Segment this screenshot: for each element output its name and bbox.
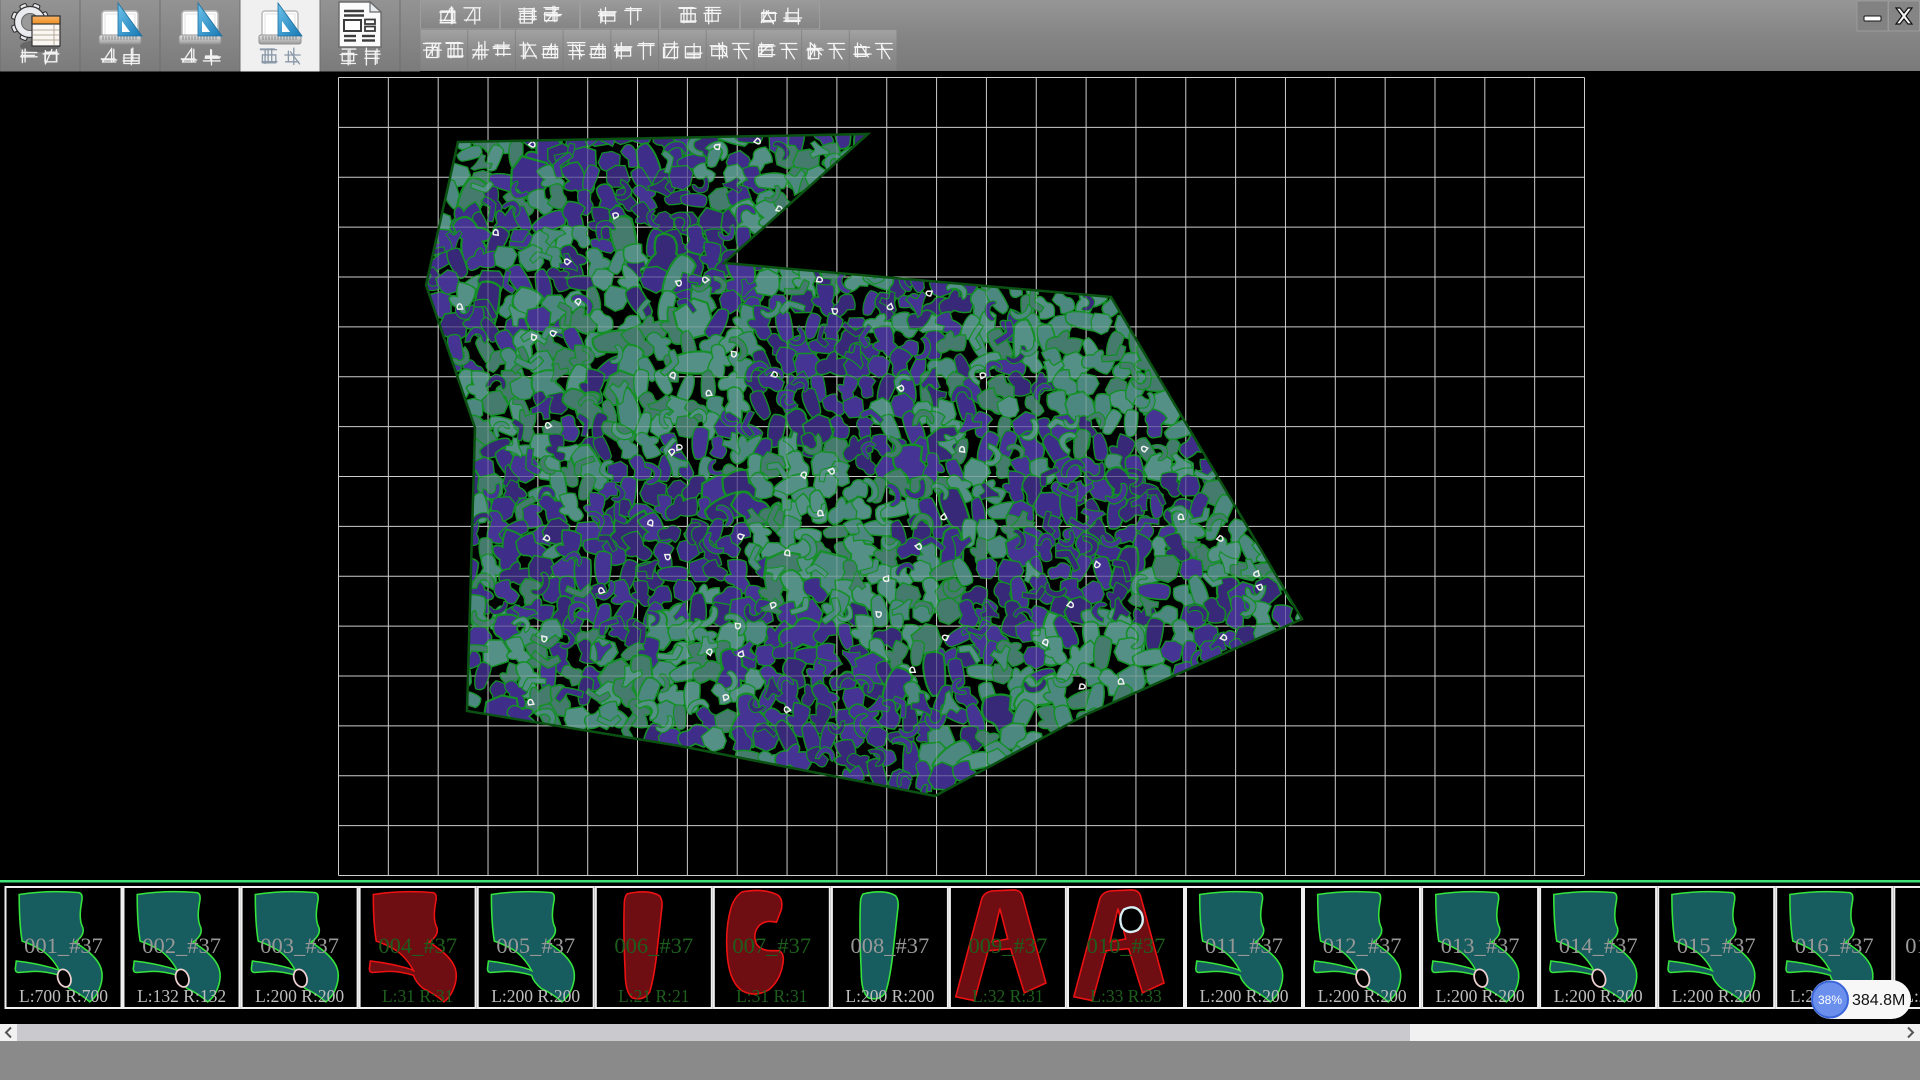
svg-text:L:200 R:200: L:200 R:200 — [1318, 986, 1407, 1006]
svg-text:L:21 R:21: L:21 R:21 — [618, 986, 689, 1006]
svg-text:L:31 R:31: L:31 R:31 — [382, 986, 453, 1006]
svg-text:L:200 R:200: L:200 R:200 — [1200, 986, 1289, 1006]
svg-text:L:200 R:200: L:200 R:200 — [1554, 986, 1643, 1006]
svg-text:L:200 R:200: L:200 R:200 — [1436, 986, 1525, 1006]
svg-text:010_#37: 010_#37 — [1087, 933, 1166, 958]
svg-text:004_#37: 004_#37 — [378, 933, 457, 958]
svg-text:013_#37: 013_#37 — [1441, 933, 1520, 958]
svg-text:003_#37: 003_#37 — [260, 933, 339, 958]
svg-text:005_#37: 005_#37 — [496, 933, 575, 958]
svg-text:006_#37: 006_#37 — [614, 933, 693, 958]
svg-text:009_#37: 009_#37 — [969, 933, 1048, 958]
svg-text:L:32 R:31: L:32 R:31 — [972, 986, 1043, 1006]
svg-text:002_#37: 002_#37 — [142, 933, 221, 958]
svg-text:L:31 R:31: L:31 R:31 — [736, 986, 807, 1006]
svg-text:007_#37: 007_#37 — [732, 933, 811, 958]
svg-text:L:200 R:200: L:200 R:200 — [255, 986, 344, 1006]
svg-text:001_#37: 001_#37 — [24, 933, 103, 958]
svg-text:L:200 R:200: L:200 R:200 — [1672, 986, 1761, 1006]
svg-text:L:700 R:700: L:700 R:700 — [19, 986, 108, 1006]
svg-text:384.8M: 384.8M — [1852, 992, 1905, 1009]
svg-text:016_#37: 016_#37 — [1795, 933, 1874, 958]
svg-text:008_#37: 008_#37 — [851, 933, 930, 958]
svg-text:L:200 R:200: L:200 R:200 — [491, 986, 580, 1006]
svg-text:L:200 R:200: L:200 R:200 — [845, 986, 934, 1006]
svg-text:012_#37: 012_#37 — [1323, 933, 1402, 958]
svg-text:011_#37: 011_#37 — [1205, 933, 1283, 958]
svg-text:017: 017 — [1905, 933, 1920, 958]
svg-text:L:33 R:33: L:33 R:33 — [1090, 986, 1162, 1006]
svg-text:014_#37: 014_#37 — [1559, 933, 1638, 958]
svg-text:38%: 38% — [1818, 993, 1842, 1007]
svg-text:L:132 R:132: L:132 R:132 — [137, 986, 226, 1006]
svg-text:015_#37: 015_#37 — [1677, 933, 1756, 958]
